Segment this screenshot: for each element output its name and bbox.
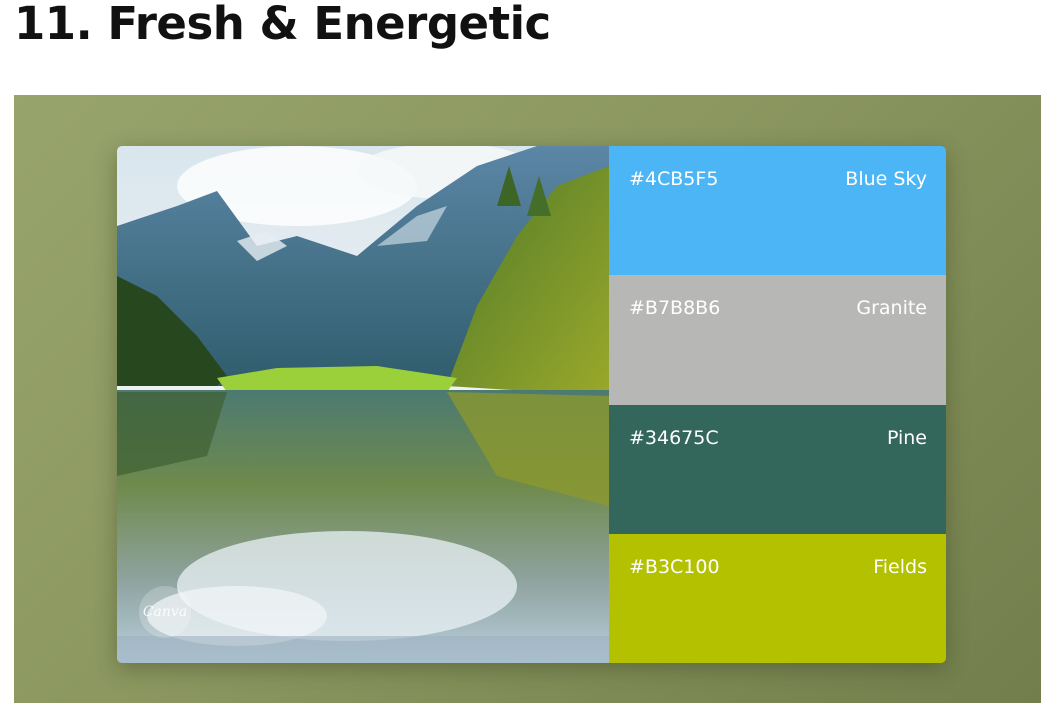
swatch-hex-code: #B7B8B6: [629, 297, 721, 320]
swatch-color-name: Blue Sky: [845, 168, 927, 190]
canva-watermark: Canva: [139, 586, 191, 638]
swatch-hex-code: #B3C100: [629, 555, 720, 578]
color-swatch-granite[interactable]: #B7B8B6 Granite: [609, 275, 946, 405]
color-swatch-pine[interactable]: #34675C Pine: [609, 404, 946, 534]
color-palette: #4CB5F5 Blue Sky #B7B8B6 Granite #34675C Pine…: [609, 146, 946, 663]
color-swatch-fields[interactable]: #B3C100 Fields: [609, 533, 946, 663]
swatch-color-name: Granite: [856, 297, 927, 320]
swatch-hex-code: #34675C: [629, 426, 719, 449]
mountain-lake-photo: Canva: [117, 146, 609, 663]
section-heading: 11. Fresh & Energetic: [14, 0, 551, 50]
swatch-color-name: Pine: [886, 426, 927, 449]
palette-card: Canva #4CB5F5 Blue Sky #B7B8B6 Granite #3467…: [117, 146, 946, 663]
palette-backdrop: Canva #4CB5F5 Blue Sky #B7B8B6 Granite #3467…: [14, 95, 1041, 703]
swatch-hex-code: #4CB5F5: [629, 168, 719, 190]
color-swatch-blue-sky[interactable]: #4CB5F5 Blue Sky: [609, 146, 946, 276]
swatch-color-name: Fields: [873, 555, 927, 578]
